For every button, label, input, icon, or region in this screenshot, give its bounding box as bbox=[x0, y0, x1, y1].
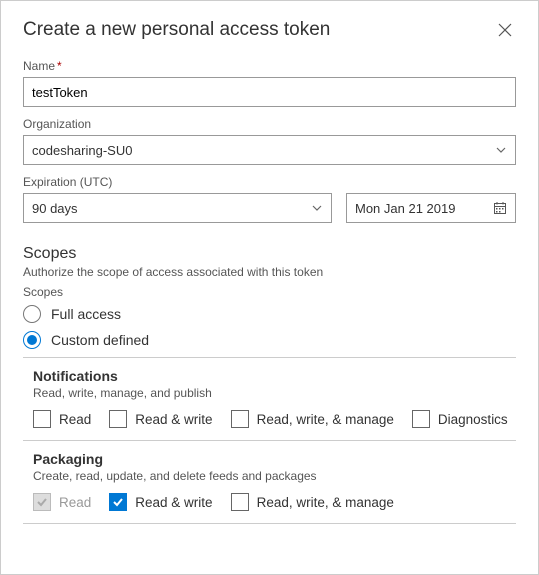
name-input[interactable] bbox=[23, 77, 516, 107]
scope-title: Packaging bbox=[33, 451, 516, 467]
dialog-title: Create a new personal access token bbox=[23, 19, 330, 41]
checkbox-notifications-read[interactable]: Read bbox=[33, 410, 91, 428]
checkbox-icon bbox=[109, 410, 127, 428]
calendar-icon bbox=[493, 201, 507, 215]
checkbox-notifications-read-write-manage[interactable]: Read, write, & manage bbox=[231, 410, 394, 428]
chevron-down-icon bbox=[495, 144, 507, 156]
checkbox-icon bbox=[231, 493, 249, 511]
close-button[interactable] bbox=[494, 19, 516, 41]
scope-section-notifications: Notifications Read, write, manage, and p… bbox=[23, 358, 516, 441]
name-label: Name* bbox=[23, 59, 516, 73]
organization-select[interactable]: codesharing-SU0 bbox=[23, 135, 516, 165]
close-icon bbox=[498, 23, 512, 37]
expiration-label: Expiration (UTC) bbox=[23, 175, 516, 189]
radio-label-full: Full access bbox=[51, 306, 121, 322]
checkbox-icon bbox=[33, 493, 51, 511]
scopes-help-text: Authorize the scope of access associated… bbox=[23, 265, 516, 279]
scopes-sublabel: Scopes bbox=[23, 285, 516, 299]
scope-radio-full-access[interactable]: Full access bbox=[23, 305, 516, 323]
expiration-date-value: Mon Jan 21 2019 bbox=[355, 201, 455, 216]
scope-desc: Read, write, manage, and publish bbox=[33, 386, 516, 400]
expiration-duration-select[interactable]: 90 days bbox=[23, 193, 332, 223]
scope-desc: Create, read, update, and delete feeds a… bbox=[33, 469, 516, 483]
radio-icon bbox=[23, 331, 41, 349]
radio-icon bbox=[23, 305, 41, 323]
radio-label-custom: Custom defined bbox=[51, 332, 149, 348]
scopes-scroll-area[interactable]: Notifications Read, write, manage, and p… bbox=[23, 357, 516, 572]
checkbox-icon bbox=[109, 493, 127, 511]
checkbox-notifications-read-write[interactable]: Read & write bbox=[109, 410, 212, 428]
check-icon bbox=[36, 496, 48, 508]
expiration-duration-value: 90 days bbox=[32, 201, 78, 216]
chevron-down-icon bbox=[311, 202, 323, 214]
checkbox-notifications-diagnostics[interactable]: Diagnostics bbox=[412, 410, 508, 428]
expiration-date-picker[interactable]: Mon Jan 21 2019 bbox=[346, 193, 516, 223]
checkbox-icon bbox=[412, 410, 430, 428]
checkbox-packaging-read: Read bbox=[33, 493, 91, 511]
scope-section-packaging: Packaging Create, read, update, and dele… bbox=[23, 441, 516, 524]
scope-title: Notifications bbox=[33, 368, 516, 384]
checkbox-icon bbox=[231, 410, 249, 428]
checkbox-packaging-read-write[interactable]: Read & write bbox=[109, 493, 212, 511]
checkbox-packaging-read-write-manage[interactable]: Read, write, & manage bbox=[231, 493, 394, 511]
scopes-heading: Scopes bbox=[23, 245, 516, 263]
organization-value: codesharing-SU0 bbox=[32, 143, 132, 158]
organization-label: Organization bbox=[23, 117, 516, 131]
check-icon bbox=[112, 496, 124, 508]
checkbox-icon bbox=[33, 410, 51, 428]
scope-radio-custom-defined[interactable]: Custom defined bbox=[23, 331, 516, 349]
